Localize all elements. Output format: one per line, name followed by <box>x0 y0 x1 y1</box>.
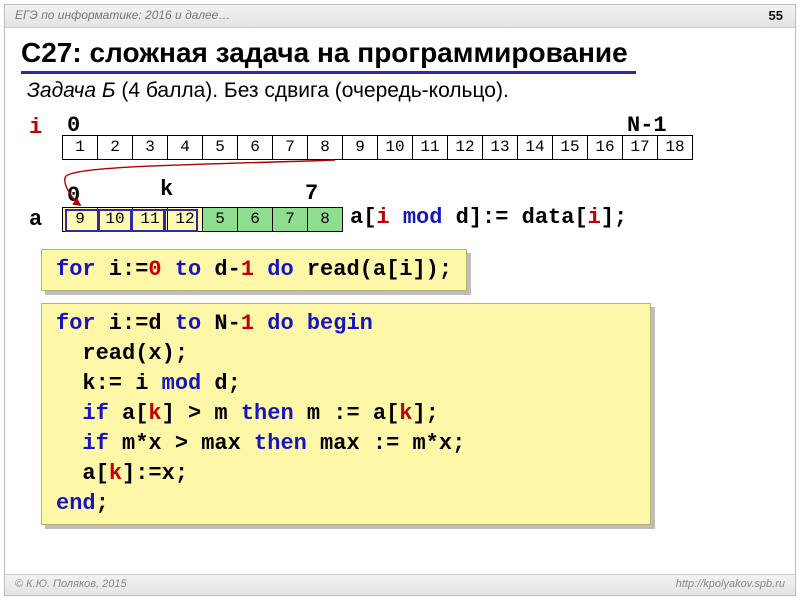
strip-cell: 12 <box>447 135 483 160</box>
strip-cell: 2 <box>97 135 133 160</box>
strip-cell: 9 <box>342 135 378 160</box>
array-cell: 5 <box>202 207 238 232</box>
strip-cell: 8 <box>307 135 343 160</box>
strip-cell: 17 <box>622 135 658 160</box>
strip-cell: 5 <box>202 135 238 160</box>
label-a: a <box>29 207 42 232</box>
assignment-expression: a[i mod d]:= data[i]; <box>350 205 627 230</box>
strip-cell: 15 <box>552 135 588 160</box>
array-cell: 6 <box>237 207 273 232</box>
strip-cell: 3 <box>132 135 168 160</box>
array-cell: 11 <box>132 207 168 232</box>
strip-cell: 16 <box>587 135 623 160</box>
array-cell: 10 <box>97 207 133 232</box>
label-i: i <box>29 115 42 140</box>
header-text: ЕГЭ по информатике: 2016 и далее… <box>15 8 230 22</box>
slide-header: ЕГЭ по информатике: 2016 и далее… 55 <box>5 5 795 28</box>
array-a: 91011125678 <box>63 207 343 232</box>
slide-footer: © К.Ю. Поляков, 2015 http://kpolyakov.sp… <box>5 574 795 595</box>
footer-copyright: © К.Ю. Поляков, 2015 <box>15 578 127 590</box>
strip-cell: 13 <box>482 135 518 160</box>
footer-url: http://kpolyakov.spb.ru <box>676 578 785 590</box>
code-block-2: for i:=d to N-1 do begin read(x); k:= i … <box>41 303 651 525</box>
strip-cell: 11 <box>412 135 448 160</box>
strip-cell: 7 <box>272 135 308 160</box>
strip-cell: 18 <box>657 135 693 160</box>
slide-title: C27: сложная задача на программирование <box>21 37 636 74</box>
array-cell: 9 <box>62 207 98 232</box>
strip-cell: 14 <box>517 135 553 160</box>
strip-cell: 4 <box>167 135 203 160</box>
label-k: k <box>160 177 173 202</box>
strip-cell: 6 <box>237 135 273 160</box>
subtitle-rest: (4 балла). Без сдвига (очередь-кольцо). <box>116 79 509 102</box>
label-a-zero: 0 <box>67 183 80 208</box>
subtitle: Задача Б (4 балла). Без сдвига (очередь-… <box>27 79 509 103</box>
page-number: 55 <box>769 8 783 23</box>
strip-cell: 10 <box>377 135 413 160</box>
array-cell: 12 <box>167 207 203 232</box>
index-strip: 123456789101112131415161718 <box>63 135 693 160</box>
array-cell: 7 <box>272 207 308 232</box>
code-block-1: for i:=0 to d-1 do read(a[i]); <box>41 249 467 291</box>
subtitle-italic: Задача Б <box>27 79 116 102</box>
label-seven: 7 <box>305 181 318 206</box>
strip-cell: 1 <box>62 135 98 160</box>
array-cell: 8 <box>307 207 343 232</box>
